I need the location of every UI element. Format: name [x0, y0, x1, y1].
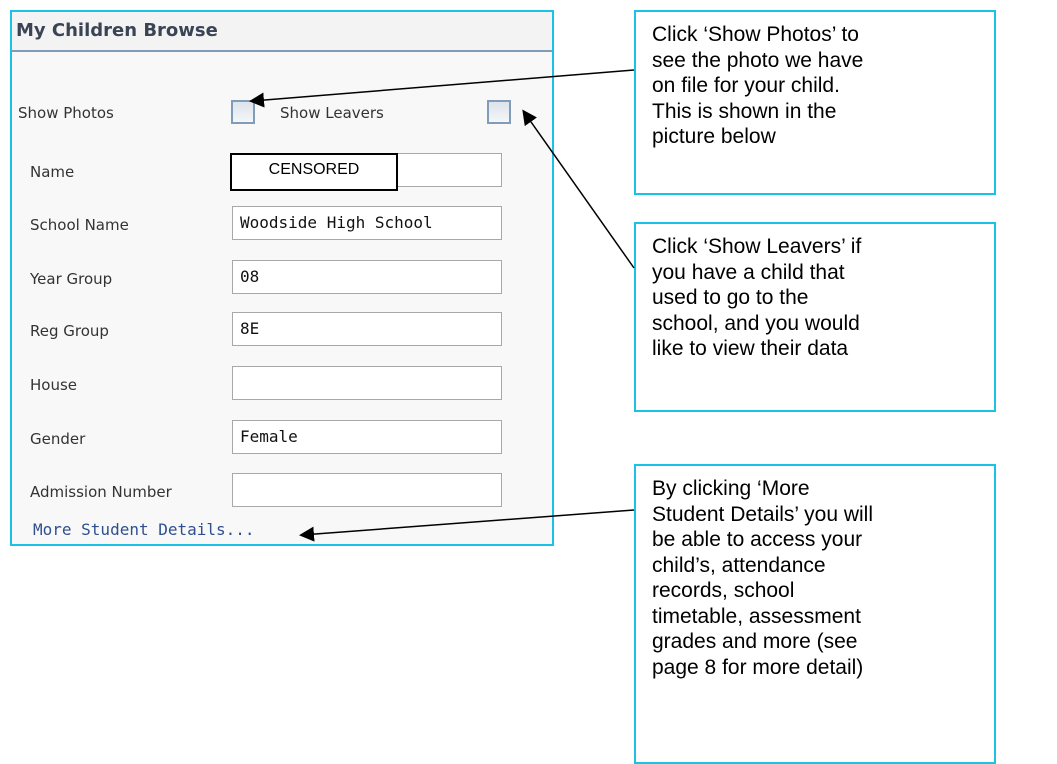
callout-line: picture below — [652, 125, 776, 148]
show-photos-checkbox[interactable] — [231, 100, 255, 124]
panel-header: My Children Browse — [12, 12, 552, 52]
reg-group-label: Reg Group — [30, 322, 109, 340]
callout-line: This is shown in the — [652, 99, 837, 123]
my-children-browse-panel: My Children Browse Show Photos Show Leav… — [10, 10, 554, 546]
callout-line: page 8 for more detail) — [652, 655, 864, 679]
callout-line: school, and you would — [652, 311, 860, 335]
show-photos-callout: Click ‘Show Photos’ to see the photo we … — [634, 10, 996, 195]
more-details-callout: By clicking ‘More Student Details’ you w… — [634, 464, 996, 764]
callout-line: child’s, attendance — [652, 553, 826, 577]
year-group-field[interactable]: 08 — [232, 260, 502, 294]
callout-line: Student Details’ you will — [652, 502, 873, 526]
callout-line: Click ‘Show Leavers’ if — [652, 235, 862, 258]
house-field[interactable] — [232, 366, 502, 400]
callout-line: records, school — [652, 579, 795, 602]
name-label: Name — [30, 163, 75, 181]
callout-line: see the photo we have — [652, 48, 864, 72]
callout-line: on file for your child. — [652, 74, 840, 97]
callout-line: you have a child that — [652, 260, 845, 284]
callout-line: be able to access your — [652, 528, 863, 551]
panel-title: My Children Browse — [16, 20, 218, 41]
show-leavers-label: Show Leavers — [280, 104, 384, 122]
gender-field[interactable]: Female — [232, 420, 502, 454]
censored-overlay: CENSORED — [230, 153, 398, 191]
school-name-field[interactable]: Woodside High School — [232, 206, 502, 240]
admission-number-field[interactable] — [232, 473, 502, 507]
callout-line: timetable, assessment — [652, 604, 861, 628]
callout-line: By clicking ‘More — [652, 477, 810, 500]
admission-number-label: Admission Number — [30, 483, 172, 501]
reg-group-field[interactable]: 8E — [232, 312, 502, 346]
callout-line: grades and more (see — [652, 630, 858, 653]
gender-label: Gender — [30, 430, 86, 448]
more-student-details-link[interactable]: More Student Details... — [33, 520, 255, 539]
callout-line: like to view their data — [652, 337, 849, 360]
school-name-label: School Name — [30, 216, 129, 234]
show-leavers-callout: Click ‘Show Leavers’ if you have a child… — [634, 222, 996, 412]
house-label: House — [30, 376, 78, 394]
callout-line: used to go to the — [652, 286, 809, 309]
show-leavers-checkbox[interactable] — [487, 100, 511, 124]
year-group-label: Year Group — [30, 270, 113, 288]
show-photos-label: Show Photos — [18, 104, 114, 122]
callout-line: Click ‘Show Photos’ to — [652, 23, 859, 46]
